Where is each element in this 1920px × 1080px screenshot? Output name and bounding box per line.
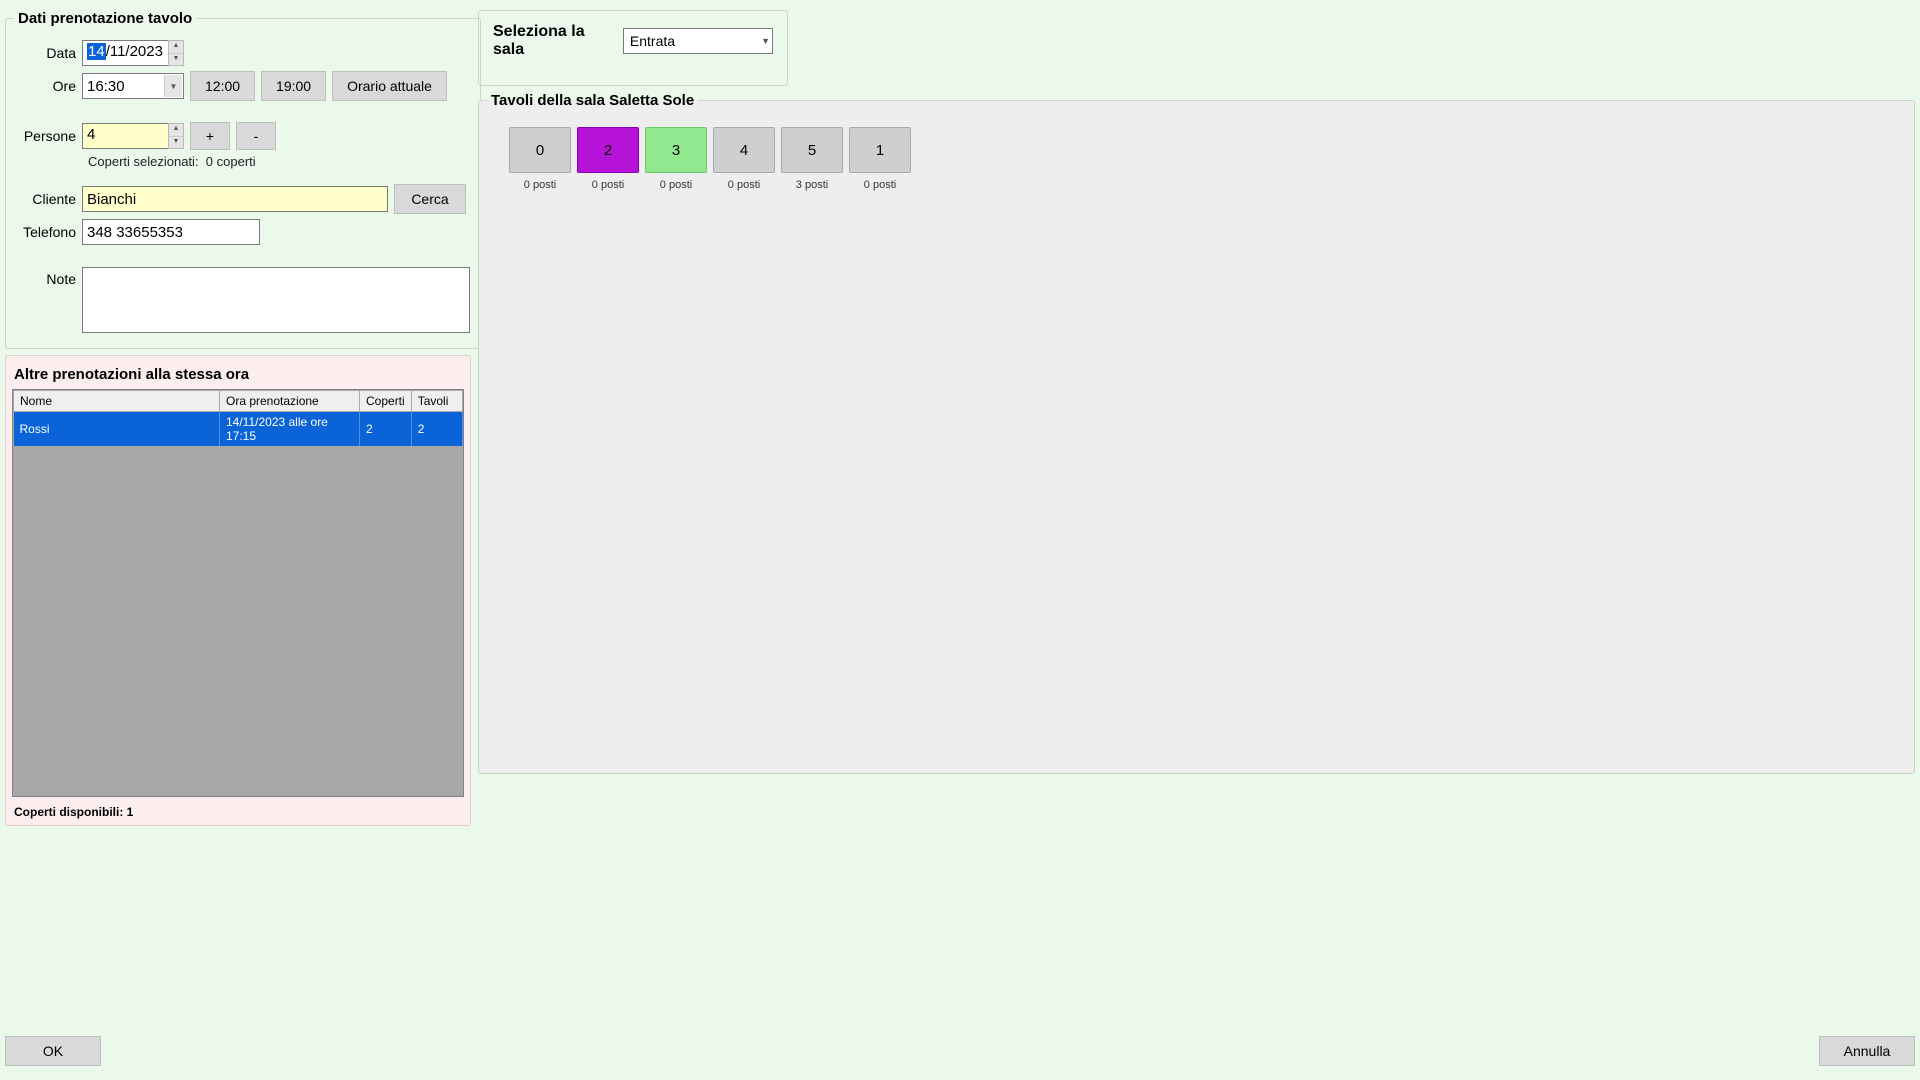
- tables-section-title: Tavoli della sala Saletta Sole: [487, 92, 698, 109]
- col-tables[interactable]: Tavoli: [411, 391, 462, 412]
- table-button-4[interactable]: 4: [713, 127, 775, 173]
- col-time[interactable]: Ora prenotazione: [220, 391, 360, 412]
- table-cell: 0 0 posti: [509, 127, 571, 191]
- room-select-combo[interactable]: Entrata ▼: [623, 28, 773, 54]
- date-value-selected: 14: [87, 43, 106, 60]
- time-now-button[interactable]: Orario attuale: [332, 71, 447, 101]
- persons-label: Persone: [16, 128, 82, 144]
- covers-selected: Coperti selezionati: 0 coperti: [88, 154, 470, 169]
- table-cell: 5 3 posti: [781, 127, 843, 191]
- date-picker[interactable]: 14/11/2023 ▲ ▼: [82, 40, 184, 66]
- client-input[interactable]: [82, 186, 388, 212]
- time-combo[interactable]: 16:30 ▼: [82, 73, 184, 99]
- persons-minus-button[interactable]: -: [236, 122, 276, 150]
- time-preset-2-button[interactable]: 19:00: [261, 71, 326, 101]
- tables-fieldset: Tavoli della sala Saletta Sole 00 posti2…: [478, 92, 1915, 774]
- table-seats: 3 posti: [781, 179, 843, 191]
- table-seats: 0 posti: [645, 179, 707, 191]
- date-step-up-icon[interactable]: ▲: [169, 41, 183, 54]
- table-row[interactable]: Rossi 14/11/2023 alle ore 17:15 2 2: [14, 412, 463, 447]
- date-label: Data: [16, 45, 82, 61]
- table-seats: 0 posti: [509, 179, 571, 191]
- table-button-1[interactable]: 1: [849, 127, 911, 173]
- covers-available: Coperti disponibili: 1: [14, 805, 462, 819]
- persons-value[interactable]: 4: [82, 123, 168, 149]
- booking-fieldset: Dati prenotazione tavolo Data 14/11/2023…: [5, 10, 481, 349]
- other-reservations-box: Altre prenotazioni alla stessa ora Nome …: [5, 355, 471, 826]
- date-value-rest: /11/2023: [106, 43, 163, 60]
- other-reservations-grid[interactable]: Nome Ora prenotazione Coperti Tavoli Ros…: [12, 389, 464, 797]
- table-button-5[interactable]: 5: [781, 127, 843, 173]
- table-seats: 0 posti: [577, 179, 639, 191]
- tables-strip: 0 0 posti 2 0 posti 3 0 posti 4 0 posti 5 3 posti…: [489, 117, 1904, 201]
- table-button-3[interactable]: 3: [645, 127, 707, 173]
- client-label: Cliente: [16, 191, 82, 207]
- time-label: Ore: [16, 78, 82, 94]
- table-cell: 3 0 posti: [645, 127, 707, 191]
- table-button-0[interactable]: 0: [509, 127, 571, 173]
- table-cell: 1 0 posti: [849, 127, 911, 191]
- other-reservations-title: Altre prenotazioni alla stessa ora: [14, 366, 462, 383]
- table-cell: 4 0 posti: [713, 127, 775, 191]
- notes-textarea[interactable]: [82, 267, 470, 333]
- persons-step-up-icon[interactable]: ▲: [169, 124, 183, 137]
- persons-spinner-btns[interactable]: ▲ ▼: [168, 123, 184, 149]
- phone-label: Telefono: [16, 224, 82, 240]
- room-select-value: Entrata: [630, 33, 675, 49]
- persons-plus-button[interactable]: +: [190, 122, 230, 150]
- date-stepper[interactable]: ▲ ▼: [168, 40, 184, 66]
- persons-stepper[interactable]: 4 ▲ ▼: [82, 123, 184, 149]
- date-step-down-icon[interactable]: ▼: [169, 54, 183, 66]
- table-seats: 0 posti: [849, 179, 911, 191]
- booking-section-title: Dati prenotazione tavolo: [14, 10, 196, 27]
- phone-input[interactable]: [82, 219, 260, 245]
- chevron-down-icon: ▼: [761, 36, 770, 46]
- persons-step-down-icon[interactable]: ▼: [169, 137, 183, 149]
- time-value: 16:30: [87, 78, 125, 95]
- room-select-label: Seleziona la sala: [493, 23, 611, 59]
- time-preset-1-button[interactable]: 12:00: [190, 71, 255, 101]
- table-cell: 2 0 posti: [577, 127, 639, 191]
- col-covers[interactable]: Coperti: [360, 391, 412, 412]
- ok-button[interactable]: OK: [5, 1036, 101, 1066]
- cancel-button[interactable]: Annulla: [1819, 1036, 1915, 1066]
- client-search-button[interactable]: Cerca: [394, 184, 466, 214]
- col-name[interactable]: Nome: [14, 391, 220, 412]
- chevron-down-icon: ▼: [164, 75, 182, 97]
- table-seats: 0 posti: [713, 179, 775, 191]
- room-select-fieldset: Seleziona la sala Entrata ▼: [478, 10, 788, 86]
- notes-label: Note: [16, 267, 82, 287]
- table-button-2[interactable]: 2: [577, 127, 639, 173]
